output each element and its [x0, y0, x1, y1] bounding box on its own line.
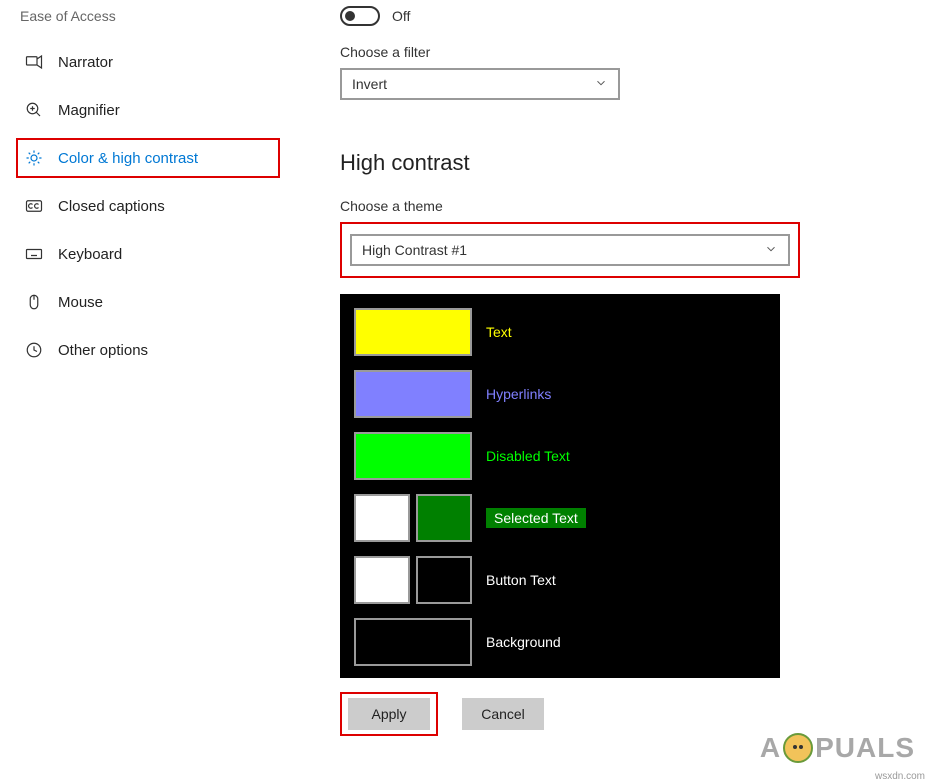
- keyboard-icon: [24, 244, 44, 264]
- background-color-swatch[interactable]: [354, 618, 472, 666]
- sidebar-item-label: Color & high contrast: [58, 150, 198, 167]
- high-contrast-heading: High contrast: [340, 150, 931, 176]
- apply-button[interactable]: Apply: [348, 698, 430, 730]
- selected-text-bg-swatch[interactable]: [416, 494, 472, 542]
- other-options-icon: [24, 340, 44, 360]
- sidebar-item-color-high-contrast[interactable]: Color & high contrast: [16, 138, 280, 178]
- background-swatch-label: Background: [486, 634, 561, 650]
- selected-text-fg-swatch[interactable]: [354, 494, 410, 542]
- closed-captions-icon: [24, 196, 44, 216]
- text-color-swatch[interactable]: [354, 308, 472, 356]
- sidebar-item-other-options[interactable]: Other options: [16, 330, 280, 370]
- mouse-icon: [24, 292, 44, 312]
- content-panel: Off Choose a filter Invert High contrast…: [280, 0, 931, 736]
- magnifier-icon: [24, 100, 44, 120]
- toggle-state-label: Off: [392, 8, 410, 24]
- logo-face-icon: [783, 733, 813, 763]
- hyperlinks-color-swatch[interactable]: [354, 370, 472, 418]
- sidebar-item-magnifier[interactable]: Magnifier: [16, 90, 280, 130]
- sidebar-item-narrator[interactable]: Narrator: [16, 42, 280, 82]
- watermark: wsxdn.com: [875, 771, 925, 782]
- filter-toggle[interactable]: [340, 6, 380, 26]
- sidebar-item-label: Closed captions: [58, 198, 165, 215]
- hyperlinks-swatch-label: Hyperlinks: [486, 386, 551, 402]
- apply-button-highlight: Apply: [340, 692, 438, 736]
- theme-dropdown-value: High Contrast #1: [362, 242, 467, 258]
- logo-text-right: PUALS: [815, 732, 915, 764]
- filter-label: Choose a filter: [340, 44, 931, 60]
- narrator-icon: [24, 52, 44, 72]
- disabled-text-swatch-label: Disabled Text: [486, 448, 570, 464]
- appuals-logo: A PUALS: [760, 732, 915, 764]
- theme-dropdown[interactable]: High Contrast #1: [350, 234, 790, 266]
- sidebar-item-label: Narrator: [58, 54, 113, 71]
- sidebar-item-label: Magnifier: [58, 102, 120, 119]
- sidebar-item-label: Mouse: [58, 294, 103, 311]
- filter-dropdown[interactable]: Invert: [340, 68, 620, 100]
- sidebar-title: Ease of Access: [16, 8, 280, 24]
- theme-label: Choose a theme: [340, 198, 931, 214]
- button-text-fg-swatch[interactable]: [354, 556, 410, 604]
- chevron-down-icon: [764, 242, 778, 259]
- selected-text-swatch-label: Selected Text: [486, 508, 586, 528]
- button-text-swatch-label: Button Text: [486, 572, 556, 588]
- disabled-text-color-swatch[interactable]: [354, 432, 472, 480]
- sidebar-item-keyboard[interactable]: Keyboard: [16, 234, 280, 274]
- sidebar: Ease of Access Narrator Magnifier Color …: [0, 0, 280, 736]
- logo-text-left: A: [760, 732, 781, 764]
- button-text-bg-swatch[interactable]: [416, 556, 472, 604]
- sidebar-item-label: Keyboard: [58, 246, 122, 263]
- theme-preview: Text Hyperlinks Disabled Text Selected T…: [340, 294, 780, 678]
- sidebar-item-mouse[interactable]: Mouse: [16, 282, 280, 322]
- filter-dropdown-value: Invert: [352, 76, 387, 92]
- theme-dropdown-highlight: High Contrast #1: [340, 222, 800, 278]
- sidebar-item-closed-captions[interactable]: Closed captions: [16, 186, 280, 226]
- chevron-down-icon: [594, 76, 608, 93]
- text-swatch-label: Text: [486, 324, 512, 340]
- brightness-icon: [24, 148, 44, 168]
- sidebar-item-label: Other options: [58, 342, 148, 359]
- cancel-button[interactable]: Cancel: [462, 698, 544, 730]
